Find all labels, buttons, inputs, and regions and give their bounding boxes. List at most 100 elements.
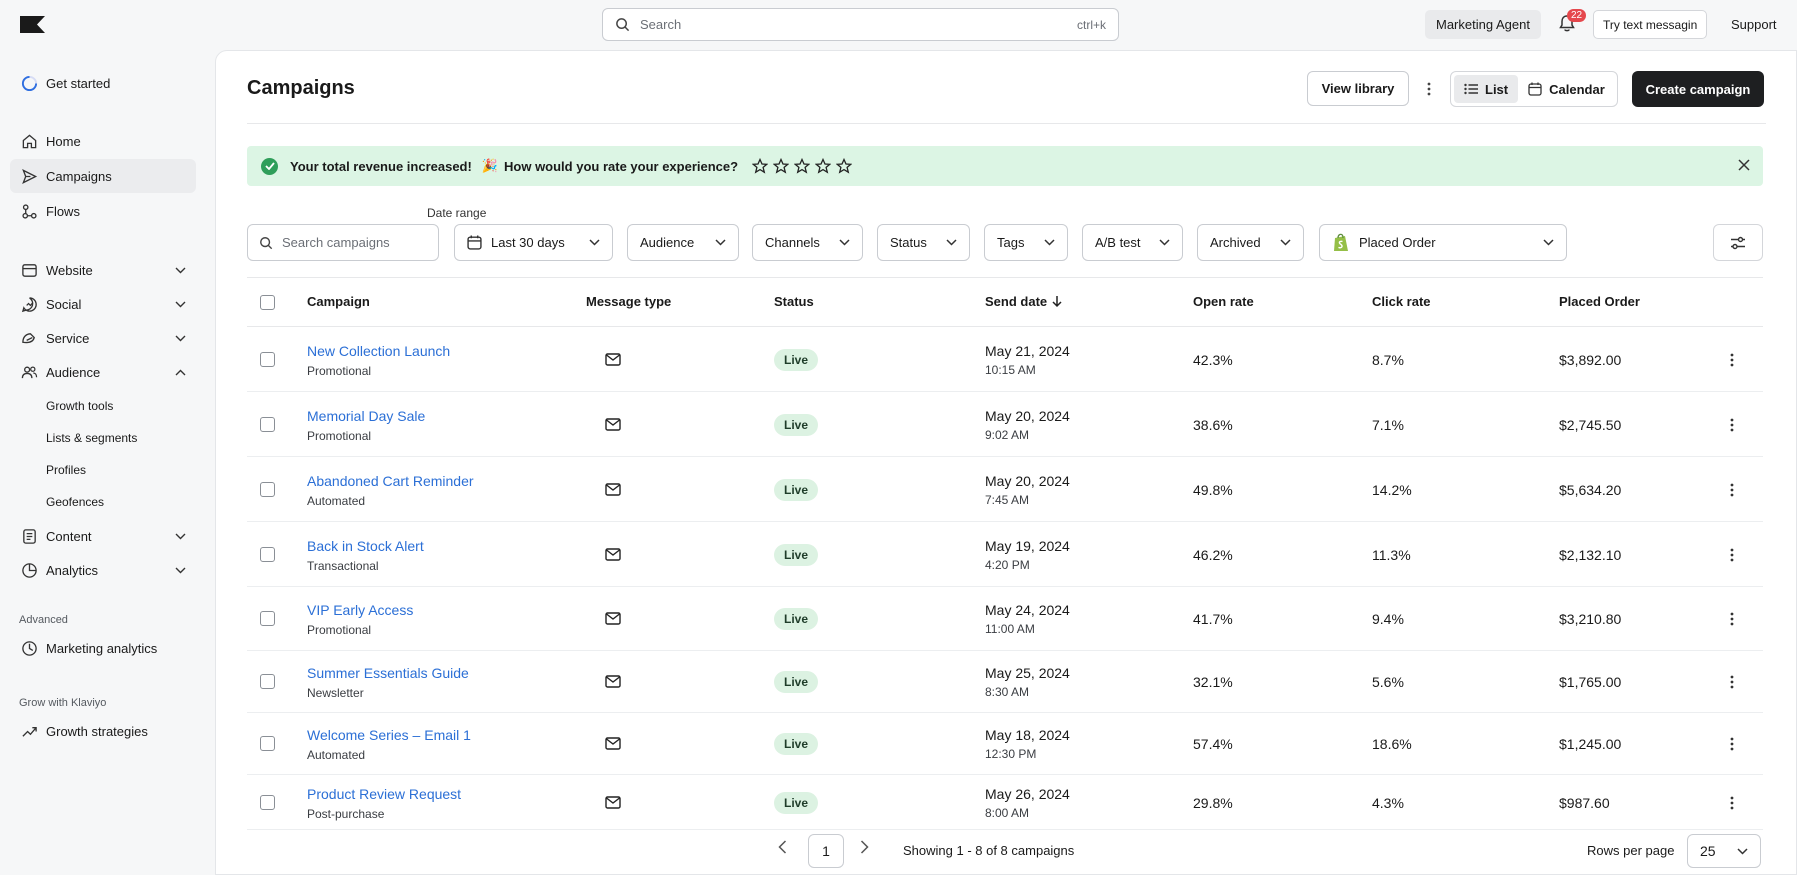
table-row[interactable]: Memorial Day Sale Promotional Live May 20, … <box>247 392 1763 457</box>
campaign-search-input[interactable]: Search campaigns <box>247 224 439 261</box>
sidebar-item-home[interactable]: Home <box>10 124 196 158</box>
sidebar-subitem-growth-tools[interactable]: Growth tools <box>46 399 113 413</box>
star-icon[interactable] <box>815 158 832 174</box>
more-options-icon[interactable] <box>1422 79 1436 99</box>
rows-per-page-value: 25 <box>1700 843 1716 859</box>
row-more-options-icon[interactable] <box>1730 418 1734 432</box>
rows-per-page-select[interactable]: 25 <box>1687 834 1761 868</box>
star-icon[interactable] <box>773 158 790 174</box>
column-header-open-rate[interactable]: Open rate <box>1193 294 1254 309</box>
star-icon[interactable] <box>836 158 853 174</box>
row-checkbox[interactable] <box>260 611 275 626</box>
row-more-options-icon[interactable] <box>1730 737 1734 751</box>
sidebar-item-social[interactable]: Social <box>10 287 196 321</box>
sidebar-item-flows[interactable]: Flows <box>10 194 196 228</box>
campaign-name-link[interactable]: VIP Early Access <box>307 602 413 618</box>
sidebar-subitem-geofences[interactable]: Geofences <box>46 495 104 509</box>
row-more-options-icon[interactable] <box>1730 483 1734 497</box>
row-checkbox[interactable] <box>260 416 275 432</box>
ab-test-filter-dropdown[interactable]: A/B test <box>1082 224 1183 261</box>
click-rate: 7.1% <box>1372 416 1404 433</box>
metric-dropdown[interactable]: Placed Order <box>1319 224 1567 261</box>
campaign-name-link[interactable]: New Collection Launch <box>307 343 450 359</box>
campaign-name-link[interactable]: Back in Stock Alert <box>307 538 424 554</box>
email-icon <box>605 482 621 496</box>
view-library-button[interactable]: View library <box>1307 71 1409 106</box>
row-more-options-icon[interactable] <box>1730 612 1734 626</box>
campaign-name-link[interactable]: Summer Essentials Guide <box>307 665 469 681</box>
campaign-name-link[interactable]: Welcome Series – Email 1 <box>307 727 471 743</box>
ab-test-filter-label: A/B test <box>1095 235 1141 250</box>
feedback-banner: Your total revenue increased! 🎉 How woul… <box>247 146 1763 186</box>
column-header-placed-order[interactable]: Placed Order <box>1559 294 1640 309</box>
klaviyo-logo[interactable] <box>20 16 45 33</box>
current-page-button[interactable]: 1 <box>808 834 844 868</box>
sidebar-subitem-lists-segments[interactable]: Lists & segments <box>46 431 137 445</box>
placed-order-value: $5,634.20 <box>1559 481 1622 498</box>
table-row[interactable]: Back in Stock Alert Transactional Live May … <box>247 522 1763 587</box>
sidebar-item-get-started[interactable]: Get started <box>10 66 196 100</box>
row-more-options-icon[interactable] <box>1730 675 1734 689</box>
campaign-cell: Abandoned Cart Reminder Automated <box>307 473 474 508</box>
table-row[interactable]: VIP Early Access Promotional Live May 24, 2… <box>247 587 1763 651</box>
row-checkbox[interactable] <box>260 674 275 689</box>
select-all-checkbox[interactable] <box>260 295 275 310</box>
channels-filter-dropdown[interactable]: Channels <box>752 224 863 261</box>
row-checkbox[interactable] <box>260 351 275 367</box>
campaign-name-link[interactable]: Memorial Day Sale <box>307 408 425 424</box>
send-date-cell: May 20, 2024 9:02 AM <box>985 408 1070 442</box>
column-header-status[interactable]: Status <box>774 294 814 309</box>
send-time: 10:15 AM <box>985 362 1036 377</box>
column-header-send-date[interactable]: Send date <box>985 294 1063 309</box>
sidebar-subitem-profiles[interactable]: Profiles <box>46 463 86 477</box>
open-rate: 41.7% <box>1193 611 1233 627</box>
global-search-input[interactable]: Search ctrl+k <box>602 8 1119 41</box>
column-header-click-rate[interactable]: Click rate <box>1372 294 1431 309</box>
marketing-agent-button[interactable]: Marketing Agent <box>1425 10 1541 39</box>
row-checkbox[interactable] <box>260 546 275 562</box>
sidebar-item-marketing-analytics[interactable]: Marketing analytics <box>10 631 196 665</box>
close-icon[interactable] <box>1737 158 1751 172</box>
try-text-messaging-button[interactable]: Try text messagin <box>1593 10 1708 39</box>
column-header-message-type[interactable]: Message type <box>586 294 671 309</box>
row-checkbox[interactable] <box>260 736 275 751</box>
column-settings-button[interactable] <box>1713 224 1763 261</box>
table-row[interactable]: Summer Essentials Guide Newsletter Live May… <box>247 651 1763 713</box>
campaign-name-link[interactable]: Product Review Request <box>307 786 461 802</box>
campaign-cell: Summer Essentials Guide Newsletter <box>307 665 469 700</box>
column-header-campaign[interactable]: Campaign <box>307 294 370 309</box>
audience-filter-dropdown[interactable]: Audience <box>627 224 739 261</box>
row-more-options-icon[interactable] <box>1730 353 1734 367</box>
send-date: May 19, 2024 <box>985 537 1070 554</box>
status-filter-dropdown[interactable]: Status <box>877 224 970 261</box>
send-date-cell: May 18, 2024 12:30 PM <box>985 727 1070 761</box>
star-icon[interactable] <box>794 158 811 174</box>
star-icon[interactable] <box>752 158 769 174</box>
sidebar-item-content[interactable]: Content <box>10 519 196 553</box>
table-row[interactable]: New Collection Launch Promotional Live May … <box>247 327 1763 392</box>
date-range-dropdown[interactable]: Last 30 days <box>454 224 613 261</box>
sidebar-item-service[interactable]: Service <box>10 321 196 355</box>
row-checkbox[interactable] <box>260 481 275 497</box>
open-rate: 46.2% <box>1193 546 1233 563</box>
support-link[interactable]: Support <box>1731 17 1777 32</box>
previous-page-icon[interactable] <box>778 840 787 854</box>
calendar-view-button[interactable]: Calendar <box>1518 75 1615 103</box>
sidebar-item-campaigns[interactable]: Campaigns <box>10 159 196 193</box>
list-view-button[interactable]: List <box>1454 75 1519 103</box>
row-checkbox[interactable] <box>260 794 275 810</box>
campaign-name-link[interactable]: Abandoned Cart Reminder <box>307 473 474 489</box>
create-campaign-button[interactable]: Create campaign <box>1632 71 1764 107</box>
sidebar-item-analytics[interactable]: Analytics <box>10 553 196 587</box>
sidebar-item-audience[interactable]: Audience <box>10 355 196 389</box>
tags-filter-dropdown[interactable]: Tags <box>984 224 1068 261</box>
archived-filter-dropdown[interactable]: Archived <box>1197 224 1304 261</box>
sidebar-item-growth-strategies[interactable]: Growth strategies <box>10 714 196 748</box>
next-page-icon[interactable] <box>860 840 869 854</box>
table-row[interactable]: Abandoned Cart Reminder Automated Live May … <box>247 457 1763 522</box>
table-row[interactable]: Product Review Request Post-purchase Live M… <box>247 775 1763 830</box>
row-more-options-icon[interactable] <box>1730 796 1734 810</box>
table-row[interactable]: Welcome Series – Email 1 Automated Live May… <box>247 713 1763 775</box>
row-more-options-icon[interactable] <box>1730 548 1734 562</box>
sidebar-item-website[interactable]: Website <box>10 253 196 287</box>
